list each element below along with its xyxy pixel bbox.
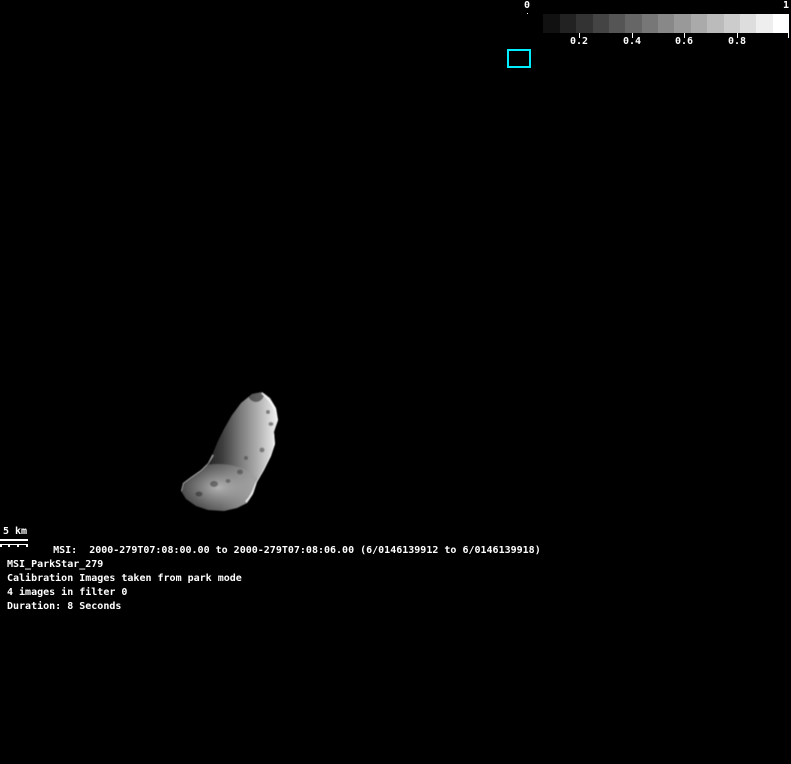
scale-bar-tick [8,545,10,547]
colorbar-step [527,14,543,33]
colorbar-gradient [527,14,789,33]
scale-bar-label: 5 km [3,526,27,537]
colorbar-step [756,14,772,33]
colorbar-step [740,14,756,33]
colorbar-step [674,14,690,33]
scale-bar-line [0,539,28,541]
colorbar-step [691,14,707,33]
observation-description: Calibration Images taken from park mode [7,572,242,586]
sclk-range: (6/0146139912 to 6/0146139918) [354,545,541,556]
colorbar-step [707,14,723,33]
colorbar-step [609,14,625,33]
colorbar-tick-label: 0.2 [570,36,588,47]
colorbar-step [593,14,609,33]
scale-bar-rule [0,544,28,545]
scale-bar-tick [26,545,28,547]
colorbar-step [658,14,674,33]
time-range: 2000-279T07:08:00.00 to 2000-279T07:08:0… [77,545,354,556]
colorbar-step [576,14,592,33]
colorbar-tick-label: 0.8 [728,36,746,47]
asteroid-image [176,388,286,518]
observation-name: MSI_ParkStar_279 [7,558,242,572]
colorbar-step [543,14,559,33]
colorbar-step [724,14,740,33]
colorbar-max-label: 1 [783,0,789,11]
observation-info: MSI_ParkStar_279 Calibration Images take… [7,558,242,614]
observation-filter-info: 4 images in filter 0 [7,586,242,600]
colorbar-step [560,14,576,33]
instrument-label: MSI: [53,545,77,556]
observation-duration: Duration: 8 Seconds [7,600,242,614]
colorbar-min-label: 0 [524,0,530,11]
colorbar-tick-label: 0.4 [623,36,641,47]
scale-bar-tick [17,545,19,547]
scale-bar-tick [0,545,2,547]
colorbar-step [642,14,658,33]
colorbar-right-tick [788,33,789,38]
viewer-canvas: 0 1 0.2 0.4 0.6 0.8 [0,0,791,764]
colorbar-step [773,14,789,33]
colorbar-tick-label: 0.6 [675,36,693,47]
colorbar: 0 1 0.2 0.4 0.6 0.8 [527,0,789,50]
selection-box[interactable] [507,49,531,68]
colorbar-step [625,14,641,33]
